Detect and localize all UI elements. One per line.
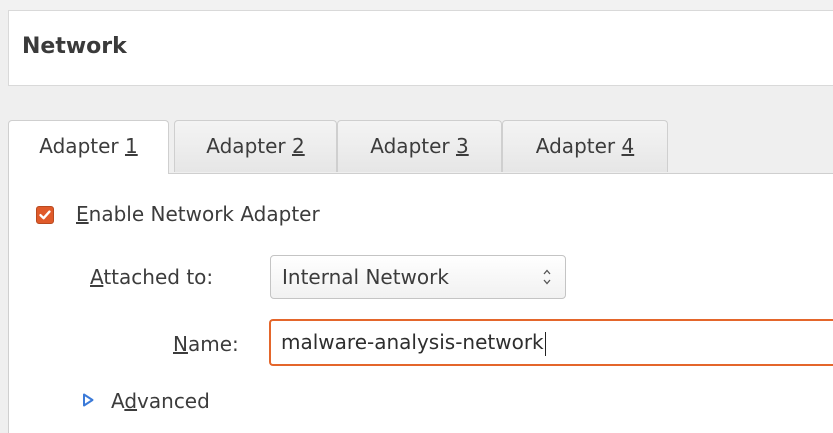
text-caret	[544, 331, 546, 356]
tab-adapter-4[interactable]: Adapter 4	[502, 120, 668, 172]
triangle-right-icon[interactable]	[82, 393, 94, 407]
top-strip	[0, 0, 833, 10]
section-header	[8, 10, 833, 86]
tab-mnemonic: 3	[455, 134, 469, 158]
advanced-text-start: A	[111, 389, 125, 413]
tab-mnemonic: 2	[291, 134, 305, 158]
tab-label: Adapter	[535, 134, 622, 158]
network-name-value: malware-analysis-network	[281, 330, 544, 354]
network-name-input[interactable]: malware-analysis-network	[269, 319, 833, 366]
attached-to-select[interactable]: Internal Network	[270, 255, 566, 299]
spin-arrows-icon[interactable]	[540, 265, 554, 289]
tab-adapter-2[interactable]: Adapter 2	[174, 120, 337, 172]
name-label: Name:	[173, 332, 239, 356]
tab-label: Adapter	[206, 134, 292, 158]
section-title: Network	[22, 34, 127, 59]
checkmark-icon	[39, 210, 51, 220]
tab-adapter-1[interactable]: Adapter 1	[8, 120, 169, 174]
enable-adapter-mnemonic: E	[76, 202, 89, 226]
tab-adapter-3[interactable]: Adapter 3	[337, 120, 502, 172]
attached-to-text: ttached to:	[103, 265, 214, 289]
tab-mnemonic: 4	[621, 134, 635, 158]
enable-adapter-checkbox[interactable]	[36, 206, 54, 224]
attached-to-mnemonic: A	[90, 265, 104, 289]
tab-mnemonic: 1	[124, 134, 138, 158]
advanced-text-end: vanced	[137, 389, 210, 413]
enable-adapter-text: nable Network Adapter	[88, 202, 320, 226]
advanced-expander-label[interactable]: Advanced	[111, 389, 210, 413]
advanced-mnemonic: d	[124, 389, 138, 413]
tab-label: Adapter	[370, 134, 456, 158]
attached-to-value: Internal Network	[282, 265, 449, 289]
name-mnemonic: N	[173, 332, 188, 356]
tab-label: Adapter	[39, 134, 125, 158]
attached-to-label: Attached to:	[90, 265, 213, 289]
name-text: ame:	[187, 332, 239, 356]
enable-adapter-label[interactable]: Enable Network Adapter	[76, 202, 320, 226]
